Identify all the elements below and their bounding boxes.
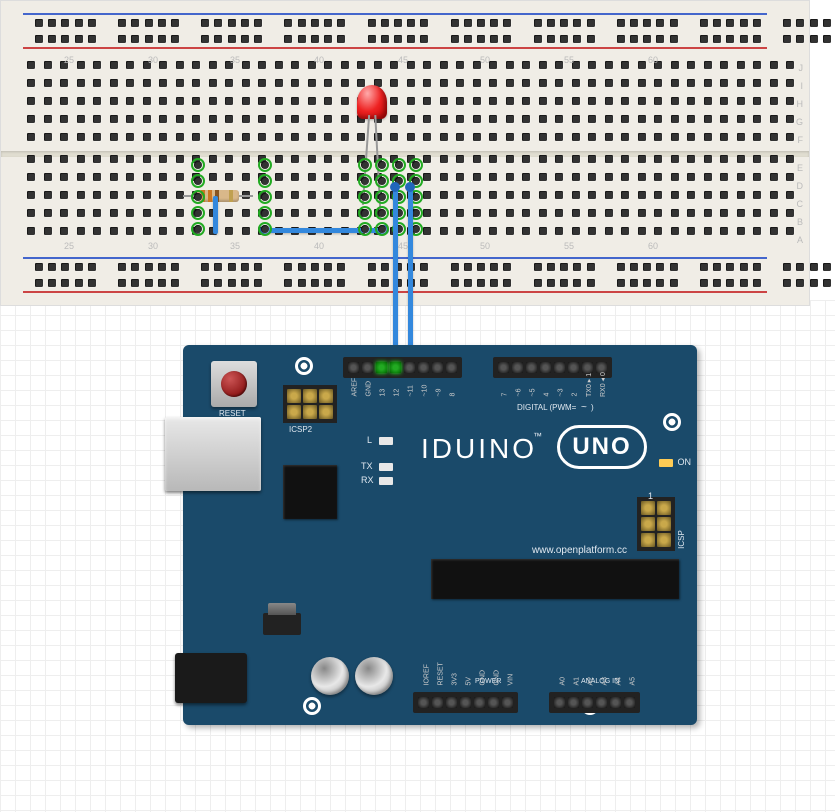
usb-port[interactable] — [165, 417, 261, 491]
led-l-label: L — [367, 435, 372, 445]
wire-endpoint — [405, 182, 415, 192]
url-label: www.openplatform.cc — [532, 545, 627, 556]
led-rx-label: RX — [361, 475, 374, 485]
capacitor — [355, 657, 393, 695]
capacitor — [311, 657, 349, 695]
led-tx-indicator — [379, 463, 393, 471]
power-rail-bottom — [13, 253, 797, 297]
mount-hole — [303, 697, 321, 715]
terminal-bottom — [13, 155, 797, 245]
led-rx-indicator — [379, 477, 393, 485]
jumper-wire[interactable] — [213, 196, 218, 234]
icsp-label: ICSP — [677, 530, 686, 549]
jumper-wire-to-pin-12[interactable] — [408, 186, 413, 362]
power-rail-top — [13, 9, 797, 53]
tm-symbol: ™ — [533, 431, 542, 441]
jumper-wire-to-pin-13[interactable] — [393, 186, 398, 362]
led-l-indicator — [379, 437, 393, 445]
icsp2-label: ICSP2 — [289, 425, 312, 434]
mount-hole — [295, 357, 313, 375]
digital-section-label: DIGITAL (PWM= — [517, 403, 576, 412]
breadboard[interactable]: 25253030353540404545505055556060JIHGFEDC… — [0, 0, 810, 306]
atmega328p-chip — [431, 559, 679, 599]
analog-header[interactable] — [549, 692, 640, 713]
voltage-regulator — [263, 613, 301, 635]
arduino-uno-board[interactable]: RESET ICSP2 DIGITAL (PWM= ~ ) L TX RX ON… — [183, 345, 697, 725]
power-jack[interactable] — [175, 653, 247, 703]
on-label: ON — [678, 457, 692, 467]
brand-label: IDUINO — [421, 433, 537, 465]
reset-button[interactable] — [211, 361, 257, 407]
wire-endpoint — [390, 182, 400, 192]
led-on-indicator — [659, 459, 673, 467]
led-dome-icon — [357, 85, 387, 119]
pwm-wave-icon: ~ — [581, 402, 587, 413]
model-badge: UNO — [557, 425, 647, 469]
mount-hole — [663, 413, 681, 431]
terminal-top — [13, 61, 797, 151]
red-led[interactable] — [357, 85, 387, 119]
power-header[interactable] — [413, 692, 518, 713]
icsp-header[interactable] — [637, 497, 675, 551]
icsp-one: 1 — [648, 491, 653, 501]
atmega16u2-chip — [283, 465, 337, 519]
icsp2-header[interactable] — [283, 385, 337, 423]
digital-header-upper[interactable] — [343, 357, 462, 378]
digital-header-lower[interactable] — [493, 357, 612, 378]
led-tx-label: TX — [361, 461, 373, 471]
